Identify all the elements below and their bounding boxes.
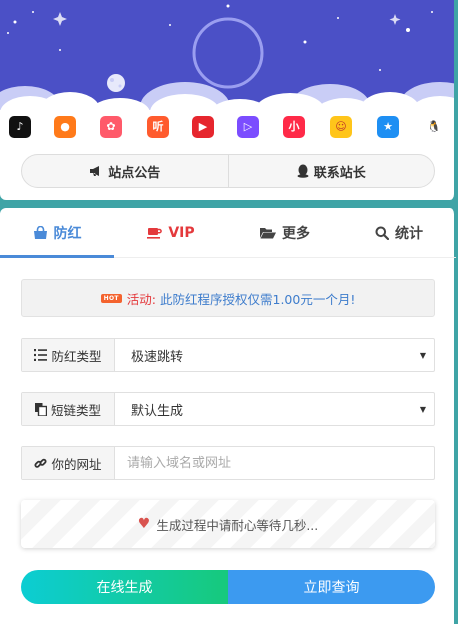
header-card: ♪ ● ✿ 听 ▶ ▷ 小 ☺ ★ 🐧 站点公告 联系站长 <box>0 0 456 200</box>
tab-fanghong-label: 防红 <box>53 225 82 242</box>
header-buttons: 站点公告 联系站长 <box>21 154 435 188</box>
fanghong-type-select[interactable]: 极速跳转 ▼ <box>115 339 434 371</box>
tab-vip[interactable]: VIP <box>114 208 228 257</box>
url-label: 你的网址 <box>51 456 102 472</box>
listen-app-icon[interactable]: 听 <box>147 116 169 138</box>
fanghong-type-value: 极速跳转 <box>131 349 184 365</box>
copy-icon <box>34 402 47 416</box>
tab-more[interactable]: 更多 <box>228 208 342 257</box>
heart-icon: ♥ <box>137 516 151 532</box>
video-play-icon[interactable]: ▶ <box>192 116 214 138</box>
progress-area: ♥ 生成过程中请耐心等待几秒... <box>21 500 435 548</box>
notice-text[interactable]: 此防红程序授权仅需1.00元一个月! <box>160 289 355 308</box>
planet <box>107 74 125 92</box>
fanghong-type-field: 防红类型 极速跳转 ▼ <box>21 338 435 372</box>
app-frame: ♪ ● ✿ 听 ▶ ▷ 小 ☺ ★ 🐧 站点公告 联系站长 防红 VIP 更多 … <box>0 0 458 624</box>
url-input[interactable] <box>115 447 434 479</box>
chevron-down-icon: ▼ <box>419 351 426 360</box>
shortlink-type-addon: 短链类型 <box>22 393 115 425</box>
purple-video-icon[interactable]: ▷ <box>237 116 259 138</box>
bag-icon <box>33 225 47 239</box>
chevron-down-icon: ▼ <box>419 405 426 414</box>
shortlink-type-label: 短链类型 <box>50 402 101 418</box>
contact-button[interactable]: 联系站长 <box>229 155 435 187</box>
shortlink-type-select[interactable]: 默认生成 ▼ <box>115 393 434 425</box>
main-panel: 防红 VIP 更多 统计 HOT 活动: 此防红程序授权仅需1.00元一个月! <box>0 208 456 624</box>
fanghong-type-addon: 防红类型 <box>22 339 115 371</box>
fanghong-type-label: 防红类型 <box>51 348 102 364</box>
app-icons-row: ♪ ● ✿ 听 ▶ ▷ 小 ☺ ★ 🐧 <box>0 112 454 146</box>
shortlink-type-field: 短链类型 默认生成 ▼ <box>21 392 435 426</box>
qq-icon <box>297 164 309 178</box>
notice-label: 活动: <box>126 291 156 307</box>
announcement-button[interactable]: 站点公告 <box>22 155 229 187</box>
xiaohongshu-icon[interactable]: 小 <box>283 116 305 138</box>
tab-stats-label: 统计 <box>395 225 423 242</box>
kuaishou-icon[interactable]: ● <box>54 116 76 138</box>
folder-open-icon <box>260 227 276 238</box>
promo-notice: HOT 活动: 此防红程序授权仅需1.00元一个月! <box>21 279 435 317</box>
tab-bar: 防红 VIP 更多 统计 <box>0 208 456 258</box>
coffee-cup-icon <box>147 228 163 239</box>
announcement-label: 站点公告 <box>108 165 161 181</box>
tab-fanghong[interactable]: 防红 <box>0 208 114 258</box>
bird-app-icon[interactable]: ✿ <box>100 116 122 138</box>
progress-text: 生成过程中请耐心等待几秒... <box>156 517 319 533</box>
hot-badge: HOT <box>100 293 122 303</box>
star-app-icon[interactable]: ★ <box>377 116 399 138</box>
header-banner <box>0 0 454 110</box>
yellow-face-icon[interactable]: ☺ <box>330 116 352 138</box>
list-ol-icon <box>34 349 48 361</box>
link-icon <box>34 458 48 468</box>
tab-stats[interactable]: 统计 <box>342 208 456 257</box>
contact-label: 联系站长 <box>313 165 366 181</box>
url-field: 你的网址 <box>21 446 435 480</box>
url-addon: 你的网址 <box>22 447 115 479</box>
query-button[interactable]: 立即查询 <box>228 570 435 604</box>
search-icon <box>375 226 389 240</box>
moon-ring <box>192 17 264 89</box>
generate-button[interactable]: 在线生成 <box>21 570 228 604</box>
shortlink-type-value: 默认生成 <box>131 403 184 419</box>
qq-penguin-icon[interactable]: 🐧 <box>423 116 445 138</box>
tiktok-icon[interactable]: ♪ <box>9 116 31 138</box>
tab-more-label: 更多 <box>282 225 310 242</box>
action-buttons: 在线生成 立即查询 <box>21 570 435 604</box>
megaphone-icon <box>90 166 100 176</box>
tab-vip-label: VIP <box>168 224 195 241</box>
